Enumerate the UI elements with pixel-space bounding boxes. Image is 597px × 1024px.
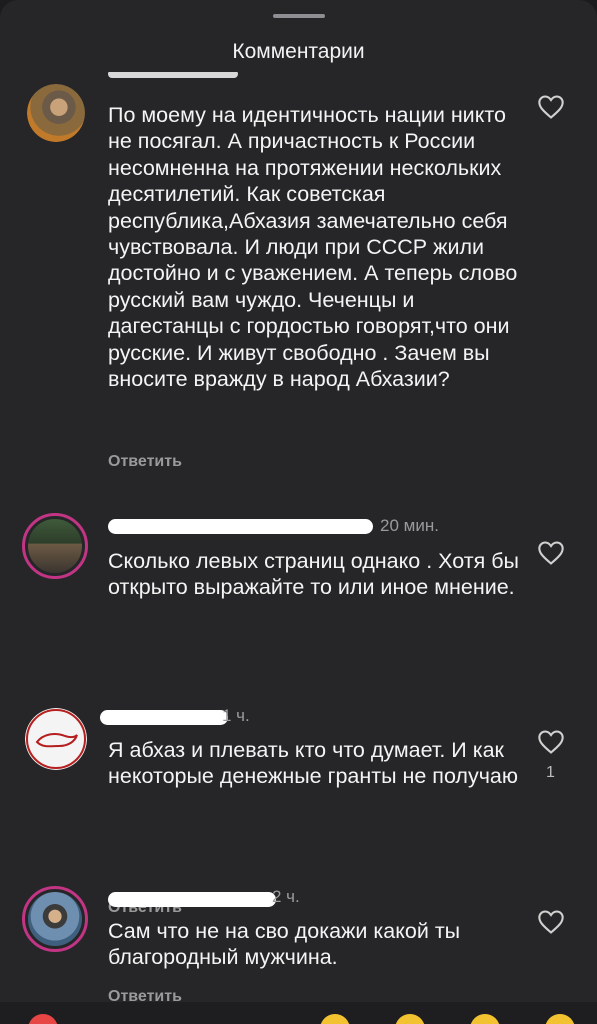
- username-redacted: [100, 710, 228, 725]
- comment-list[interactable]: По моему на идентичность нации никто не …: [0, 72, 597, 1002]
- like-heart-icon[interactable]: [537, 94, 565, 120]
- like-count: 1: [546, 764, 555, 781]
- like-heart-icon[interactable]: [537, 729, 565, 755]
- comments-sheet: Комментарии По моему на идентичность нац…: [0, 0, 597, 1024]
- reaction-bar: [0, 1002, 597, 1024]
- avatar[interactable]: [25, 708, 87, 770]
- reply-button[interactable]: Ответить: [108, 988, 182, 1002]
- like-heart-icon[interactable]: [537, 909, 565, 935]
- avatar[interactable]: [22, 886, 88, 952]
- username-redacted: [108, 72, 238, 78]
- comment-text: По моему на идентичность нации никто не …: [108, 103, 518, 392]
- comment-time: 1 ч.: [222, 706, 250, 725]
- avatar[interactable]: [22, 513, 88, 579]
- username-redacted: [108, 519, 373, 534]
- reply-button[interactable]: Ответить: [108, 453, 182, 471]
- like-heart-icon[interactable]: [537, 540, 565, 566]
- comment-text: Сколько левых страниц однако . Хотя бы о…: [108, 549, 519, 600]
- comment-text: Я абхаз и плевать кто что думает. И как …: [108, 738, 519, 789]
- avatar[interactable]: [27, 84, 85, 142]
- comment-time: 20 мин.: [380, 516, 439, 535]
- drag-handle[interactable]: [273, 14, 325, 18]
- comment-time: 2 ч.: [272, 887, 300, 906]
- comment-text: Сам что не на сво докажи какой ты благор…: [108, 919, 461, 970]
- username-redacted: [108, 892, 276, 907]
- page-title: Комментарии: [232, 40, 365, 63]
